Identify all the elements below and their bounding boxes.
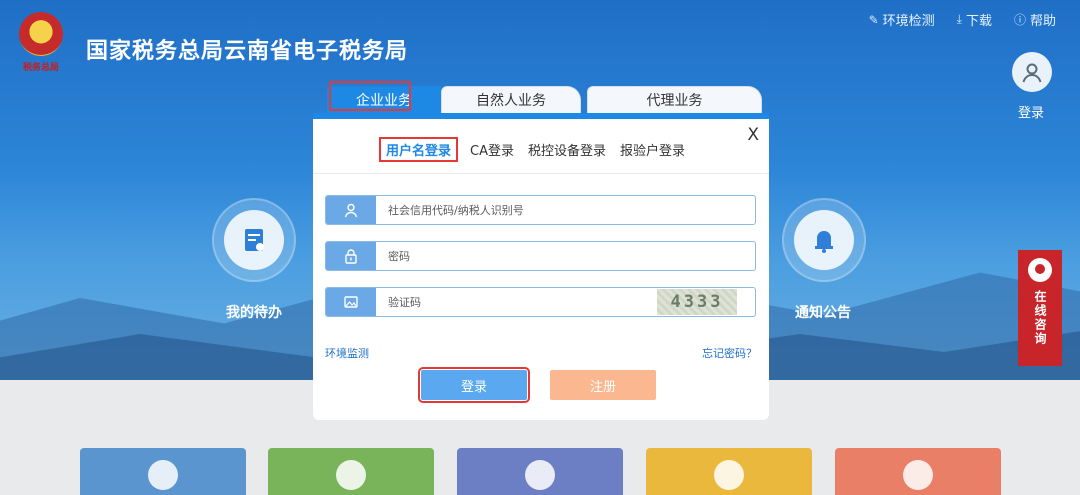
help-label: 帮助: [1029, 14, 1056, 29]
env-monitor-link[interactable]: 环境监测: [325, 345, 369, 361]
service-cards: [0, 448, 1080, 495]
subtab-username[interactable]: 用户名登录: [379, 137, 459, 162]
lock-icon: [326, 242, 376, 270]
emblem-seal-text: 税务总局: [22, 63, 59, 73]
tab-enterprise[interactable]: 企业业务: [327, 86, 441, 113]
notice-shortcut-label: 通知公告: [795, 305, 851, 321]
service-card[interactable]: [80, 448, 246, 495]
tab-individual[interactable]: 自然人业务: [441, 86, 581, 113]
service-card[interactable]: [835, 448, 1001, 495]
document-search-icon: [525, 460, 555, 490]
login-modal: 企业业务 自然人业务 代理业务 X 用户名登录 CA登录 税控设备登录 报验户登…: [313, 81, 769, 420]
online-consult-button[interactable]: 在线咨询: [1018, 250, 1062, 366]
monitor-icon: [336, 460, 366, 490]
download-label: 下载: [965, 14, 992, 29]
captcha-input[interactable]: [376, 288, 657, 316]
env-check-link[interactable]: ✎ 环境检测: [868, 10, 935, 30]
notice-shortcut[interactable]: [782, 198, 866, 282]
site-title: 国家税务总局云南省电子税务局: [86, 39, 409, 64]
emblem-icon: [19, 12, 63, 56]
help-link[interactable]: ⓘ 帮助: [1014, 10, 1056, 29]
chat-icon: [714, 460, 744, 490]
password-field: [325, 241, 756, 271]
service-card[interactable]: [646, 448, 812, 495]
bell-icon: [794, 210, 854, 270]
login-method-tabs: 用户名登录 CA登录 税控设备登录 报验户登录: [379, 137, 687, 162]
image-icon: [326, 288, 376, 316]
user-icon: [1022, 63, 1042, 83]
login-panel: X 用户名登录 CA登录 税控设备登录 报验户登录 4333: [313, 113, 769, 420]
graduate-icon: [903, 460, 933, 490]
calendar-icon: [224, 210, 284, 270]
wrench-icon: ✎: [868, 12, 879, 27]
tax-emblem-logo: 税务总局: [16, 12, 66, 78]
user-icon: [326, 196, 376, 224]
password-input[interactable]: [376, 242, 755, 270]
todo-shortcut[interactable]: [212, 198, 296, 282]
account-input[interactable]: [376, 196, 755, 224]
headset-icon: [1028, 258, 1052, 282]
login-button[interactable]: 登录: [418, 367, 530, 403]
download-link[interactable]: ⤓ 下载: [957, 10, 992, 29]
person-icon: [148, 460, 178, 490]
env-check-label: 环境检测: [882, 14, 935, 29]
top-navigation: ✎ 环境检测 ⤓ 下载 ⓘ 帮助: [869, 10, 1056, 29]
help-icon: ⓘ: [1013, 13, 1026, 27]
online-consult-label: 在线咨询: [1033, 290, 1047, 346]
captcha-image[interactable]: 4333: [657, 289, 737, 315]
subtab-inspection[interactable]: 报验户登录: [618, 137, 687, 162]
header-login-link[interactable]: 登录: [1018, 102, 1044, 121]
account-field: [325, 195, 756, 225]
todo-shortcut-label: 我的待办: [226, 305, 282, 321]
divider: [313, 173, 769, 174]
subtab-ca[interactable]: CA登录: [468, 137, 516, 162]
close-icon[interactable]: X: [747, 125, 759, 145]
subtab-taxdevice[interactable]: 税控设备登录: [526, 137, 608, 162]
download-icon: ⤓: [956, 12, 962, 26]
service-card[interactable]: [457, 448, 623, 495]
forgot-password-link[interactable]: 忘记密码？: [702, 345, 757, 361]
register-button[interactable]: 注册: [550, 370, 656, 400]
tab-agent[interactable]: 代理业务: [587, 86, 762, 113]
service-card[interactable]: [268, 448, 434, 495]
captcha-field: 4333: [325, 287, 756, 317]
user-avatar-icon[interactable]: [1012, 52, 1052, 92]
